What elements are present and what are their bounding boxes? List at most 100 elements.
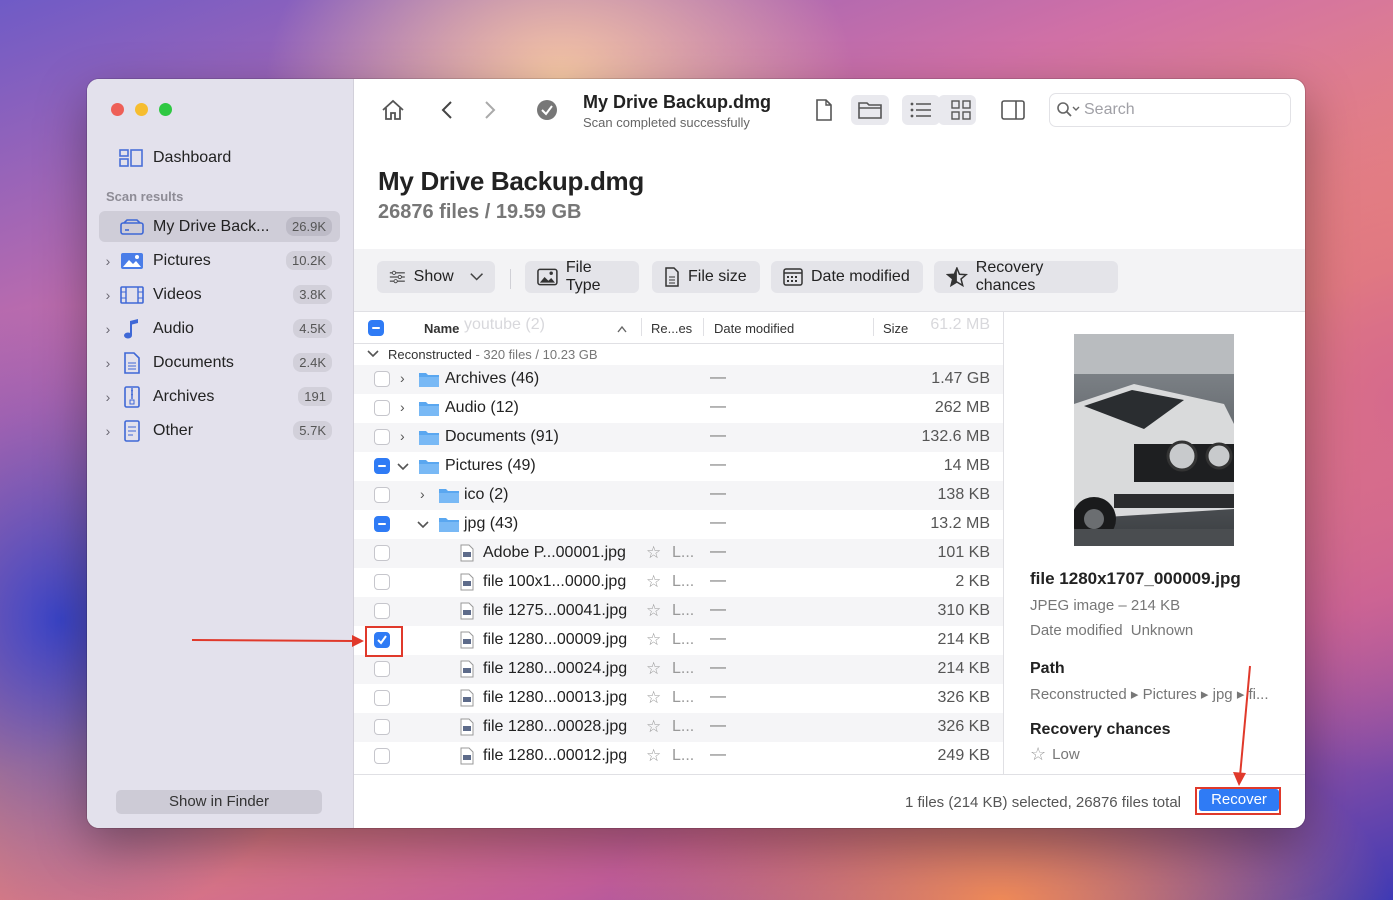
row-date: — — [710, 572, 726, 589]
sidebar-item-other[interactable]: › Other 5.7K — [99, 415, 340, 446]
row-checkbox[interactable] — [374, 603, 390, 619]
file-row[interactable]: file 1280...00024.jpg ☆ L... — 214 KB — [354, 655, 1003, 684]
group-row-reconstructed[interactable]: Reconstructed - 320 files / 10.23 GB — [354, 343, 1003, 365]
preview-panel-toggle[interactable] — [994, 95, 1032, 125]
file-view-button[interactable] — [805, 95, 843, 125]
row-recovery: L... — [672, 573, 695, 590]
row-checkbox[interactable] — [374, 661, 390, 677]
chevron-right-icon[interactable]: › — [99, 389, 117, 405]
date-modified-filter-button[interactable]: Date modified — [771, 261, 923, 293]
show-in-finder-button[interactable]: Show in Finder — [116, 790, 322, 814]
row-checkbox[interactable] — [374, 516, 390, 532]
row-checkbox[interactable] — [374, 487, 390, 503]
column-header-recovery[interactable]: Re...es — [651, 321, 692, 336]
close-window-button[interactable] — [111, 103, 124, 116]
sidebar-item-audio[interactable]: › Audio 4.5K — [99, 313, 340, 344]
zoom-window-button[interactable] — [159, 103, 172, 116]
sidebar-item-videos[interactable]: › Videos 3.8K — [99, 279, 340, 310]
chevron-down-icon[interactable] — [417, 521, 429, 529]
folder-icon — [419, 460, 439, 474]
folder-row-archives[interactable]: › Archives (46) — 1.47 GB — [354, 365, 1003, 394]
list-view-button[interactable] — [902, 95, 940, 125]
sidebar-item-drive[interactable]: My Drive Back... 26.9K — [99, 211, 340, 242]
row-size: 310 KB — [937, 602, 990, 619]
row-name: Pictures (49) — [445, 457, 536, 474]
column-header-date[interactable]: Date modified — [714, 321, 794, 336]
file-row[interactable]: file 100x1...0000.jpg ☆ L... — 2 KB — [354, 568, 1003, 597]
star-outline-icon: ☆ — [646, 572, 662, 591]
file-size-filter-button[interactable]: File size — [652, 261, 760, 293]
grid-view-button[interactable] — [942, 95, 980, 125]
row-checkbox[interactable] — [374, 458, 390, 474]
folder-row-audio[interactable]: › Audio (12) — 262 MB — [354, 394, 1003, 423]
filter-bar: Show File Type File size Date modified R… — [354, 249, 1305, 312]
sidebar-item-pictures[interactable]: › Pictures 10.2K — [99, 245, 340, 276]
file-row-selected[interactable]: file 1280...00009.jpg ☆ L... — 214 KB — [354, 626, 1003, 655]
document-icon — [665, 267, 679, 287]
chevron-right-icon[interactable]: › — [99, 287, 117, 303]
show-filter-button[interactable]: Show — [377, 261, 495, 293]
sidebar-item-dashboard[interactable]: Dashboard — [119, 147, 231, 169]
chevron-right-icon[interactable]: › — [99, 253, 117, 269]
star-outline-icon: ☆ — [646, 601, 662, 620]
row-date: — — [710, 456, 726, 473]
chevron-right-icon[interactable]: › — [99, 355, 117, 371]
sidebar-item-archives[interactable]: › Archives 191 — [99, 381, 340, 412]
main-content: My Drive Backup.dmg Scan completed succe… — [354, 79, 1305, 828]
folder-row-pictures[interactable]: Pictures (49) — 14 MB — [354, 452, 1003, 481]
image-file-icon — [460, 602, 474, 620]
row-name: Audio (12) — [445, 399, 519, 416]
row-name: ico (2) — [464, 486, 509, 503]
folder-row-jpg[interactable]: jpg (43) — 13.2 MB — [354, 510, 1003, 539]
row-checkbox[interactable] — [374, 748, 390, 764]
row-checkbox[interactable] — [374, 545, 390, 561]
search-field[interactable]: Search — [1049, 93, 1291, 127]
chevron-right-icon[interactable]: › — [400, 428, 405, 444]
file-row[interactable]: file 1280...00013.jpg ☆ L... — 326 KB — [354, 684, 1003, 713]
file-row[interactable]: file 1280...00012.jpg ☆ L... — 249 KB — [354, 742, 1003, 771]
column-header-size[interactable]: Size — [883, 321, 908, 336]
chevron-up-icon[interactable] — [617, 325, 627, 333]
file-row[interactable]: file 1280...00028.jpg ☆ L... — 326 KB — [354, 713, 1003, 742]
image-file-icon — [460, 718, 474, 736]
row-checkbox[interactable] — [374, 574, 390, 590]
file-row[interactable]: Adobe P...00001.jpg ☆ L... — 101 KB — [354, 539, 1003, 568]
row-name: file 1280...00012.jpg — [483, 747, 628, 764]
row-size: 214 KB — [937, 660, 990, 677]
chevron-right-icon[interactable]: › — [99, 423, 117, 439]
column-header-name[interactable]: Name — [424, 321, 459, 336]
grid-icon — [951, 100, 971, 120]
row-date: — — [710, 427, 726, 444]
minimize-window-button[interactable] — [135, 103, 148, 116]
sidebar-item-documents[interactable]: › Documents 2.4K — [99, 347, 340, 378]
sidebar-item-label: Other — [153, 421, 194, 439]
row-size: 214 KB — [937, 631, 990, 648]
recovery-chances-filter-button[interactable]: Recovery chances — [934, 259, 1118, 294]
chevron-right-icon[interactable]: › — [400, 370, 405, 386]
row-name: file 1280...00024.jpg — [483, 660, 628, 677]
star-outline-icon: ☆ — [646, 717, 662, 736]
row-checkbox[interactable] — [374, 429, 390, 445]
sidebar-item-label: Archives — [153, 387, 215, 405]
folder-button[interactable] — [851, 95, 889, 125]
file-type-filter-button[interactable]: File Type — [525, 259, 639, 294]
folder-row-ico[interactable]: › ico (2) — 138 KB — [354, 481, 1003, 510]
chevron-down-icon[interactable] — [367, 350, 379, 358]
row-name: file 100x1...0000.jpg — [483, 573, 627, 590]
row-checkbox[interactable] — [374, 690, 390, 706]
home-button[interactable] — [374, 95, 412, 125]
row-checkbox[interactable] — [374, 371, 390, 387]
chevron-down-icon[interactable] — [397, 463, 409, 471]
chevron-right-icon[interactable]: › — [99, 321, 117, 337]
back-button[interactable] — [428, 95, 466, 125]
list-header: youtube (2) 61.2 MB Name Re...es Date mo… — [354, 312, 1003, 344]
file-row[interactable]: file 1275...00041.jpg ☆ L... — 310 KB — [354, 597, 1003, 626]
forward-button[interactable] — [471, 95, 509, 125]
ghost-row-size: 61.2 MB — [930, 316, 990, 333]
folder-row-documents[interactable]: › Documents (91) — 132.6 MB — [354, 423, 1003, 452]
row-checkbox[interactable] — [374, 400, 390, 416]
chevron-right-icon[interactable]: › — [400, 399, 405, 415]
row-checkbox[interactable] — [374, 719, 390, 735]
chevron-right-icon[interactable]: › — [420, 486, 425, 502]
select-all-checkbox[interactable] — [368, 320, 384, 336]
